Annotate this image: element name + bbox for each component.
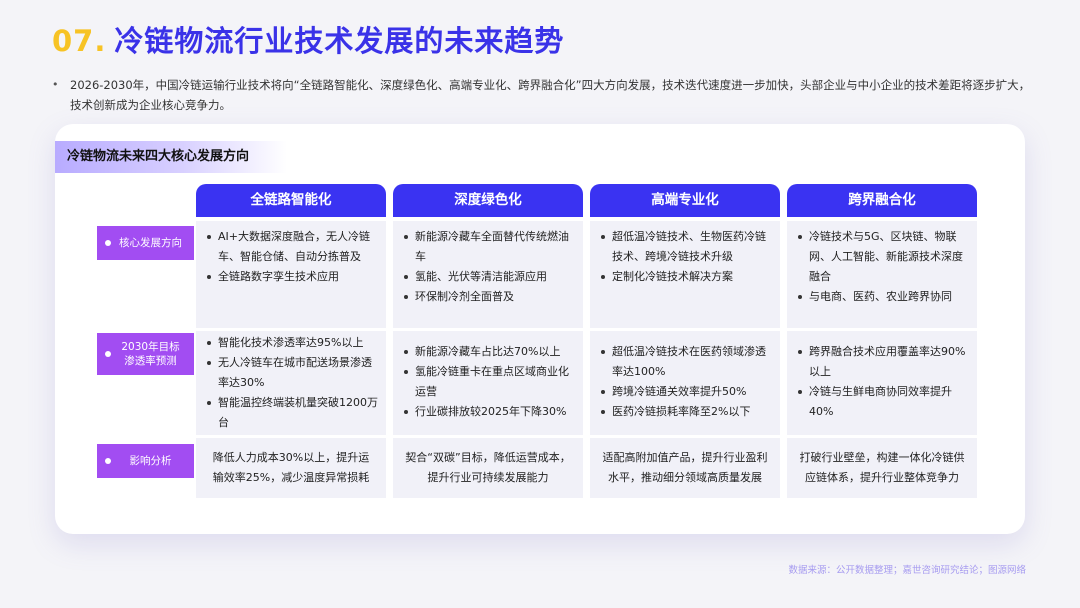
data-source-note: 数据来源：公开数据整理；嘉世咨询研究结论；图源网络 <box>788 565 1026 576</box>
intro-text: 2026-2030年，中国冷链运输行业技术将向“全链路智能化、深度绿色化、高端专… <box>70 78 1031 112</box>
cell-direction-specialized: 超低温冷链技术、生物医药冷链技术、跨境冷链技术升级 定制化冷链技术解决方案 <box>590 221 780 328</box>
list-item: 无人冷链车在城市配送场景渗透率达30% <box>207 353 378 393</box>
list-item: 氢能冷链重卡在重点区域商业化运营 <box>404 362 575 402</box>
column-header-green: 深度绿色化 <box>393 184 583 217</box>
bullet-dot-icon: • <box>52 78 59 91</box>
intro-bullet: • 2026-2030年，中国冷链运输行业技术将向“全链路智能化、深度绿色化、高… <box>52 75 1032 115</box>
label-dot-icon <box>105 240 111 246</box>
cell-impact-crossover: 打破行业壁垒，构建一体化冷链供应链体系，提升行业整体竞争力 <box>787 438 977 498</box>
column-header-intelligent: 全链路智能化 <box>196 184 386 217</box>
cell-direction-crossover: 冷链技术与5G、区块链、物联网、人工智能、新能源技术深度融合 与电商、医药、农业… <box>787 221 977 328</box>
cell-target-intelligent: 智能化技术渗透率达95%以上 无人冷链车在城市配送场景渗透率达30% 智能温控终… <box>196 331 386 435</box>
row-label-text: 影响分析 <box>129 455 172 467</box>
list-item: 新能源冷藏车全面替代传统燃油车 <box>404 227 575 267</box>
column-header-specialized: 高端专业化 <box>590 184 780 217</box>
cell-target-green: 新能源冷藏车占比达70%以上 氢能冷链重卡在重点区域商业化运营 行业碳排放较20… <box>393 331 583 435</box>
row-label-text: 核心发展方向 <box>119 237 182 249</box>
row-label-direction: 核心发展方向 <box>97 226 194 260</box>
list-item: 全链路数字孪生技术应用 <box>207 267 378 287</box>
list-item: 冷链技术与5G、区块链、物联网、人工智能、新能源技术深度融合 <box>798 227 969 287</box>
cell-direction-intelligent: AI+大数据深度融合，无人冷链车、智能仓储、自动分拣普及 全链路数字孪生技术应用 <box>196 221 386 328</box>
list-item: 超低温冷链技术在医药领域渗透率达100% <box>601 342 772 382</box>
list-item: 行业碳排放较2025年下降30% <box>404 402 575 422</box>
list-item: AI+大数据深度融合，无人冷链车、智能仓储、自动分拣普及 <box>207 227 378 267</box>
section-number: 07. <box>52 24 107 58</box>
list-item: 新能源冷藏车占比达70%以上 <box>404 342 575 362</box>
list-item: 跨界融合技术应用覆盖率达90%以上 <box>798 342 969 382</box>
row-label-impact: 影响分析 <box>97 444 194 478</box>
row-label-target: 2030年目标 渗透率预测 <box>97 333 194 375</box>
column-header-crossover: 跨界融合化 <box>787 184 977 217</box>
list-item: 超低温冷链技术、生物医药冷链技术、跨境冷链技术升级 <box>601 227 772 267</box>
card-heading: 冷链物流未来四大核心发展方向 <box>55 141 287 173</box>
label-dot-icon <box>105 458 111 464</box>
cell-impact-specialized: 适配高附加值产品，提升行业盈利水平，推动细分领域高质量发展 <box>590 438 780 498</box>
list-item: 跨境冷链通关效率提升50% <box>601 382 772 402</box>
page-title: 07. 冷链物流行业技术发展的未来趋势 <box>52 18 564 60</box>
list-item: 智能温控终端装机量突破1200万台 <box>207 393 378 433</box>
row-label-text: 2030年目标 渗透率预测 <box>121 341 180 367</box>
list-item: 与电商、医药、农业跨界协同 <box>798 287 969 307</box>
list-item: 冷链与生鲜电商协同效率提升40% <box>798 382 969 422</box>
list-item: 医药冷链损耗率降至2%以下 <box>601 402 772 422</box>
cell-impact-intelligent: 降低人力成本30%以上，提升运输效率25%，减少温度异常损耗 <box>196 438 386 498</box>
list-item: 智能化技术渗透率达95%以上 <box>207 333 378 353</box>
list-item: 环保制冷剂全面普及 <box>404 287 575 307</box>
list-item: 定制化冷链技术解决方案 <box>601 267 772 287</box>
label-dot-icon <box>105 351 111 357</box>
cell-impact-green: 契合“双碳”目标，降低运营成本，提升行业可持续发展能力 <box>393 438 583 498</box>
title-text: 冷链物流行业技术发展的未来趋势 <box>114 24 565 58</box>
cell-target-crossover: 跨界融合技术应用覆盖率达90%以上 冷链与生鲜电商协同效率提升40% <box>787 331 977 435</box>
list-item: 氢能、光伏等清洁能源应用 <box>404 267 575 287</box>
cell-target-specialized: 超低温冷链技术在医药领域渗透率达100% 跨境冷链通关效率提升50% 医药冷链损… <box>590 331 780 435</box>
cell-direction-green: 新能源冷藏车全面替代传统燃油车 氢能、光伏等清洁能源应用 环保制冷剂全面普及 <box>393 221 583 328</box>
